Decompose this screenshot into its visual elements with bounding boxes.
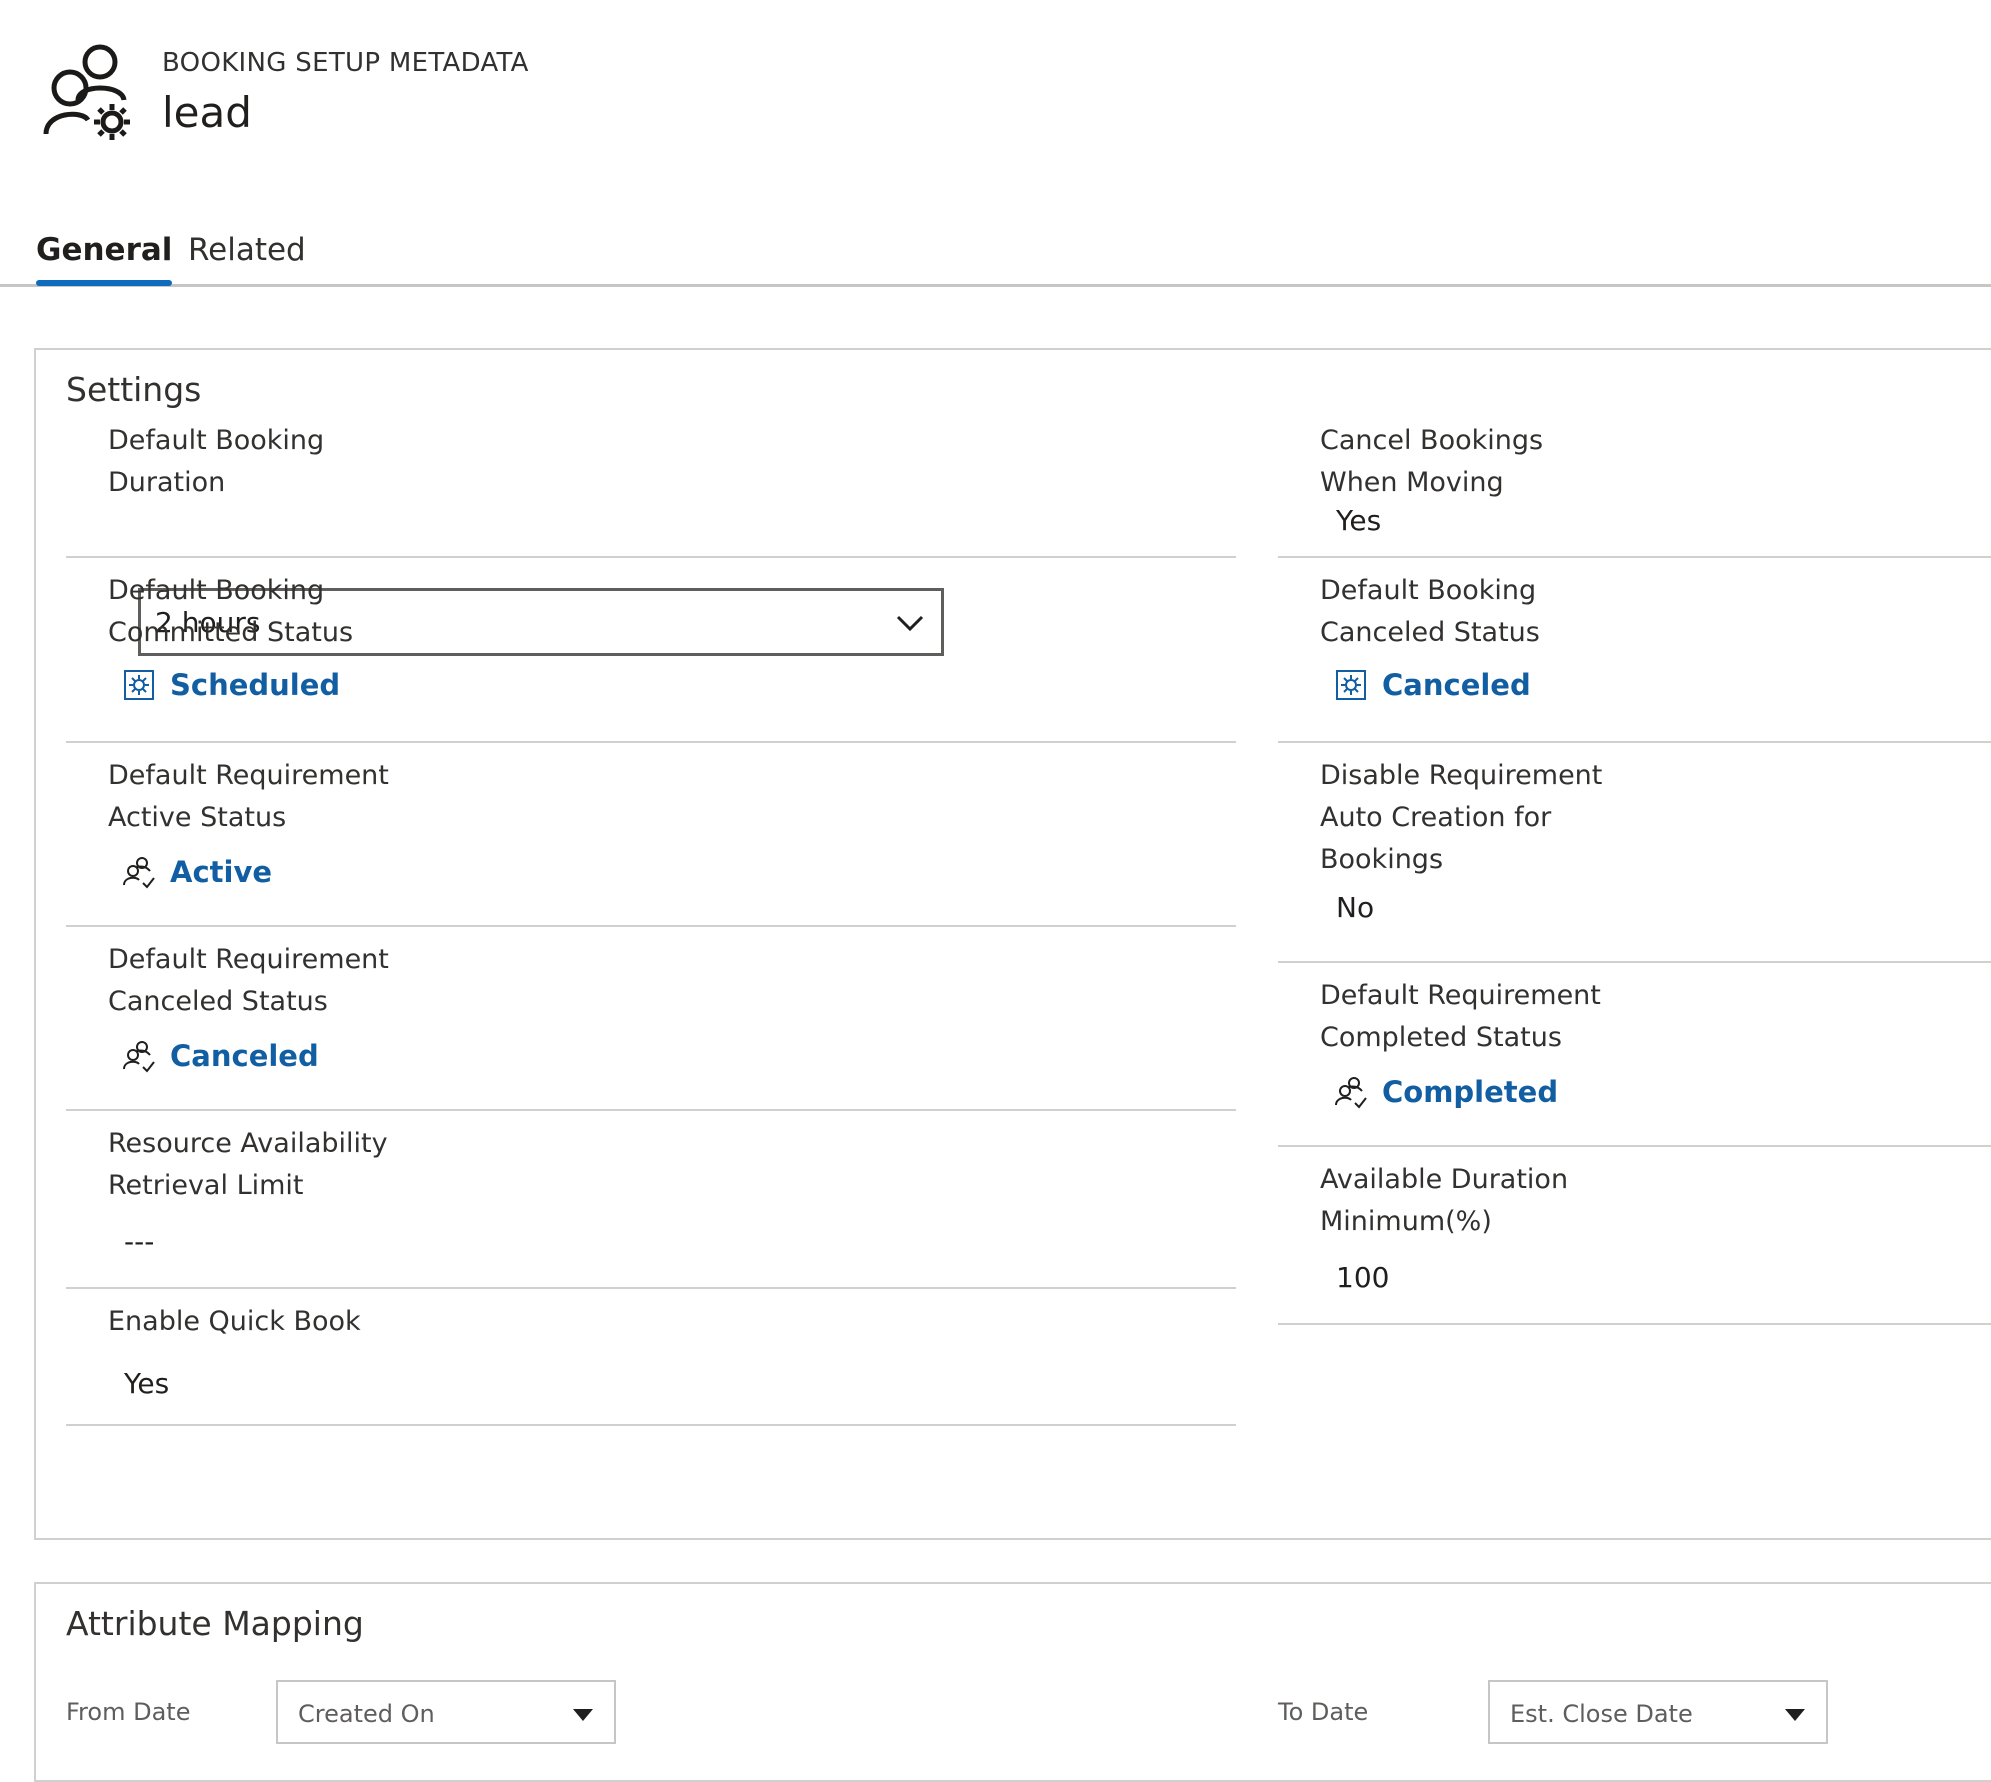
field-default-booking-duration: Default Booking Duration 2 hours xyxy=(66,408,1236,656)
lookup-text: Scheduled xyxy=(170,668,341,702)
field-label: Default Requirement Completed Status xyxy=(1320,980,1601,1053)
attribute-mapping-section: Attribute Mapping From Date Created On T… xyxy=(34,1582,1991,1782)
field-label: Default Booking Duration xyxy=(108,425,325,498)
record-title: lead xyxy=(162,88,252,137)
requirement-status-icon xyxy=(1335,1077,1367,1109)
field-default-booking-canceled-status: Default Booking Canceled Status Canceled xyxy=(1278,558,1991,743)
field-value[interactable]: Yes xyxy=(1336,504,1381,537)
field-available-duration-minimum: Available Duration Minimum(%) 100 xyxy=(1278,1147,1991,1325)
field-resource-availability-retrieval-limit: Resource Availability Retrieval Limit --… xyxy=(66,1111,1236,1289)
requirement-status-icon xyxy=(123,1041,155,1073)
field-default-booking-committed-status: Default Booking Committed Status Schedul… xyxy=(66,558,1236,743)
booking-status-icon xyxy=(1336,670,1366,700)
field-default-requirement-canceled-status: Default Requirement Canceled Status Canc… xyxy=(66,927,1236,1111)
lookup-text: Active xyxy=(170,855,273,889)
field-value[interactable]: --- xyxy=(124,1225,154,1258)
field-default-requirement-completed-status: Default Requirement Completed Status Com… xyxy=(1278,963,1991,1147)
field-cancel-bookings-when-moving: Cancel Bookings When Moving Yes xyxy=(1278,408,1991,558)
field-label: Default Booking Committed Status xyxy=(108,575,354,648)
attribute-mapping-title: Attribute Mapping xyxy=(66,1604,364,1643)
lookup-text: Canceled xyxy=(170,1039,319,1073)
booking-status-icon xyxy=(124,670,154,700)
field-value[interactable]: Yes xyxy=(124,1367,169,1400)
entity-type-label: BOOKING SETUP METADATA xyxy=(162,48,529,78)
from-date-select[interactable]: Created On xyxy=(276,1680,616,1744)
field-value[interactable]: No xyxy=(1336,891,1374,924)
field-enable-quick-book: Enable Quick Book Yes xyxy=(66,1289,1236,1426)
settings-section: Settings Default Booking Duration 2 hour… xyxy=(34,348,1991,1540)
field-label: Default Requirement Active Status xyxy=(108,760,389,833)
lookup-text: Completed xyxy=(1382,1075,1559,1109)
field-label: Disable Requirement Auto Creation for Bo… xyxy=(1320,760,1603,875)
to-date-select[interactable]: Est. Close Date xyxy=(1488,1680,1828,1744)
caret-down-icon xyxy=(573,1709,593,1721)
lookup-link-canceled-booking[interactable]: Canceled xyxy=(1334,668,1531,702)
lookup-text: Canceled xyxy=(1382,668,1531,702)
lookup-link-canceled[interactable]: Canceled xyxy=(122,1039,319,1073)
field-label: Enable Quick Book xyxy=(108,1306,361,1337)
settings-section-title: Settings xyxy=(66,370,202,409)
people-gear-icon xyxy=(42,42,138,144)
field-label: Cancel Bookings When Moving xyxy=(1320,425,1544,498)
requirement-status-icon xyxy=(123,857,155,889)
field-label: Resource Availability Retrieval Limit xyxy=(108,1128,388,1201)
lookup-link-active[interactable]: Active xyxy=(122,855,272,889)
select-value: Created On xyxy=(298,1700,435,1728)
field-default-requirement-active-status: Default Requirement Active Status Active xyxy=(66,743,1236,927)
to-date-label: To Date xyxy=(1278,1698,1369,1726)
tab-bar: General Related xyxy=(0,228,1991,287)
tab-related[interactable]: Related xyxy=(188,228,306,284)
select-value: Est. Close Date xyxy=(1510,1700,1693,1728)
caret-down-icon xyxy=(1785,1709,1805,1721)
field-disable-requirement-auto-creation: Disable Requirement Auto Creation for Bo… xyxy=(1278,743,1991,963)
from-date-label: From Date xyxy=(66,1698,191,1726)
lookup-link-scheduled[interactable]: Scheduled xyxy=(122,668,340,702)
tab-general[interactable]: General xyxy=(36,228,173,286)
lookup-link-completed[interactable]: Completed xyxy=(1334,1075,1558,1109)
field-value[interactable]: 100 xyxy=(1336,1261,1389,1294)
field-label: Available Duration Minimum(%) xyxy=(1320,1164,1569,1237)
field-label: Default Booking Canceled Status xyxy=(1320,575,1540,648)
field-label: Default Requirement Canceled Status xyxy=(108,944,389,1017)
record-header: BOOKING SETUP METADATA lead xyxy=(0,0,1991,160)
